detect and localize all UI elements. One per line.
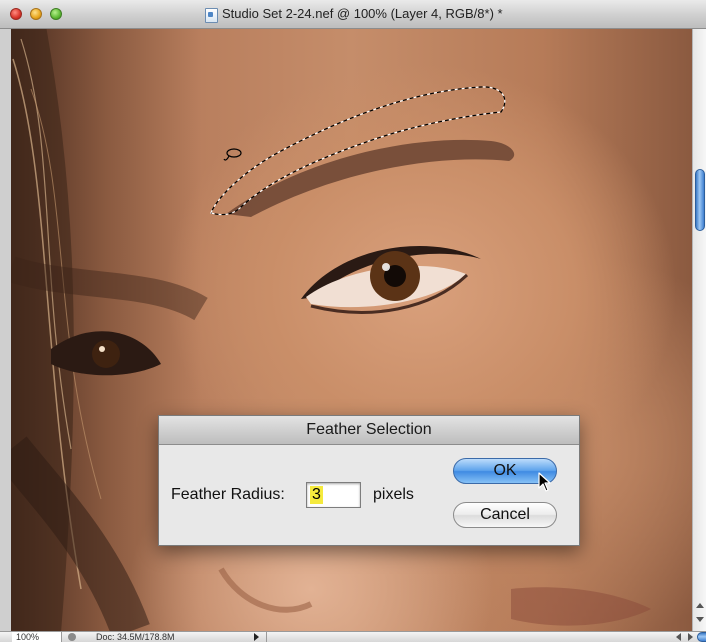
scroll-up-icon[interactable] <box>696 603 704 608</box>
feather-selection-dialog: Feather Selection Feather Radius: 3 pixe… <box>158 415 580 546</box>
lips <box>511 587 651 626</box>
nose <box>218 567 313 613</box>
window-title: Studio Set 2-24.nef @ 100% (Layer 4, RGB… <box>222 6 503 21</box>
dialog-title: Feather Selection <box>159 416 579 445</box>
feather-radius-input[interactable]: 3 <box>306 482 361 508</box>
photoshop-document-window: Studio Set 2-24.nef @ 100% (Layer 4, RGB… <box>0 0 706 642</box>
right-eye <box>301 246 481 314</box>
horizontal-scroll-thumb[interactable] <box>697 632 706 642</box>
vertical-scroll-thumb[interactable] <box>695 169 705 231</box>
close-icon[interactable] <box>10 8 22 20</box>
vertical-scrollbar[interactable] <box>692 29 706 631</box>
status-menu-arrow-icon[interactable] <box>254 633 259 641</box>
status-bar: 100% Doc: 34.5M/178.8M <box>0 631 706 642</box>
feather-radius-value: 3 <box>310 486 323 504</box>
zoom-icon[interactable] <box>50 8 62 20</box>
pointer-cursor-icon <box>538 472 551 492</box>
horizontal-scrollbar[interactable] <box>266 632 706 642</box>
minimize-icon[interactable] <box>30 8 42 20</box>
document-size: Doc: 34.5M/178.8M <box>96 632 175 642</box>
feather-radius-label: Feather Radius: <box>171 486 285 503</box>
title-bar[interactable]: Studio Set 2-24.nef @ 100% (Layer 4, RGB… <box>0 0 706 29</box>
scroll-left-icon[interactable] <box>676 633 681 641</box>
cancel-button[interactable]: Cancel <box>453 502 557 528</box>
status-info-icon[interactable] <box>68 633 76 641</box>
document-icon <box>205 8 218 23</box>
scroll-down-icon[interactable] <box>696 617 704 622</box>
lasso-cursor-icon <box>223 148 242 161</box>
eyebrow <box>226 139 515 217</box>
scroll-right-icon[interactable] <box>688 633 693 641</box>
units-label: pixels <box>373 486 414 503</box>
zoom-level-field[interactable]: 100% <box>12 632 62 642</box>
